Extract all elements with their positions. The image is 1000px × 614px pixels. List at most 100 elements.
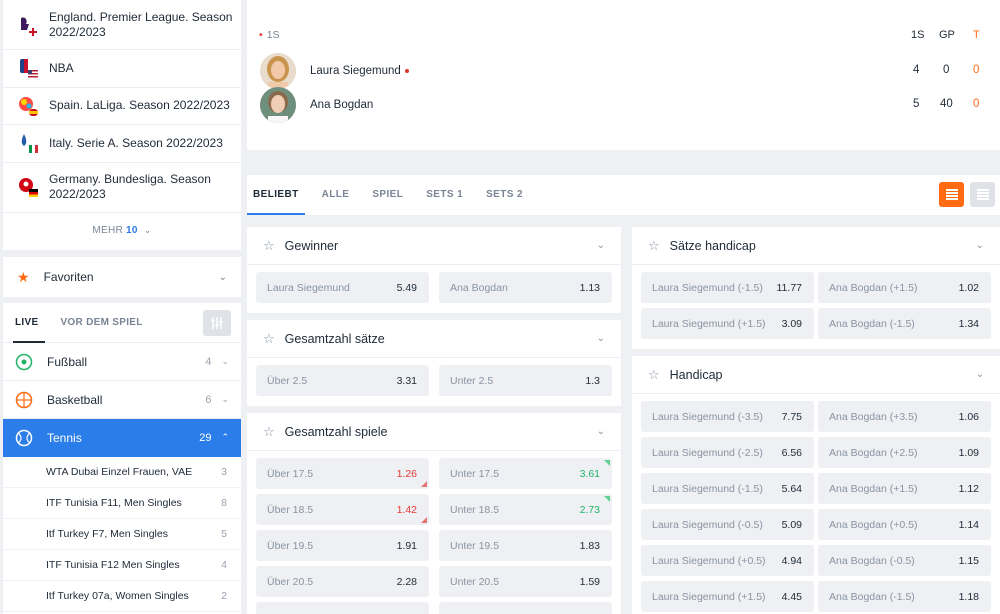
odds-button[interactable]: Ana Bogdan (+2.5) 1.09 — [818, 437, 991, 468]
league-item-bundesliga[interactable]: Germany. Bundesliga. Season 2022/2023 — [3, 163, 241, 213]
odds-button[interactable]: Laura Siegemund (-1.5) 5.64 — [641, 473, 814, 504]
odds-button[interactable]: Unter 19.5 1.83 — [439, 530, 612, 561]
market-header[interactable]: ☆ Gewinner ⌄ — [247, 227, 621, 265]
sport-item-tennis[interactable]: Tennis 29 ⌃ — [3, 419, 241, 457]
market-header[interactable]: ☆ Gesamtzahl spiele ⌄ — [247, 413, 621, 451]
odds-label: Ana Bogdan (-1.5) — [829, 590, 915, 603]
odds-button[interactable]: Über 17.5 1.26 — [256, 458, 429, 489]
odds-row: Laura Siegemund (-0.5) 5.09 Ana Bogdan (+… — [641, 509, 991, 540]
player-row: Ana Bogdan 5 40 0 — [260, 87, 1000, 123]
nba-logo-icon — [17, 57, 39, 79]
odds-button[interactable]: Laura Siegemund 5.49 — [256, 272, 429, 303]
odds-row-partial — [256, 602, 612, 614]
tab-sets-2[interactable]: SETS 2 — [486, 175, 523, 215]
odds-button[interactable]: Ana Bogdan 1.13 — [439, 272, 612, 303]
odds-button[interactable]: Laura Siegemund (-3.5) 7.75 — [641, 401, 814, 432]
market-gewinner: ☆ Gewinner ⌄ Laura Siegemund 5.49 Ana Bog… — [247, 227, 621, 313]
player-game-score: 40 — [940, 98, 953, 110]
star-outline-icon[interactable]: ☆ — [648, 238, 660, 254]
odds-label: Ana Bogdan (-1.5) — [829, 317, 915, 330]
chevron-down-icon[interactable]: ⌄ — [976, 369, 984, 380]
odds-button[interactable]: Ana Bogdan (-1.5) 1.18 — [818, 581, 991, 612]
odds-button[interactable]: Ana Bogdan (+3.5) 1.06 — [818, 401, 991, 432]
odds-button[interactable]: Laura Siegemund (-1.5) 11.77 — [641, 272, 814, 303]
current-set-label: • 1S — [259, 29, 280, 41]
tab-spiel[interactable]: SPIEL — [372, 175, 403, 215]
league-name: Italy. Serie A. Season 2022/2023 — [49, 135, 223, 150]
odds-button[interactable]: Unter 2.5 1.3 — [439, 365, 612, 396]
tournament-item[interactable]: WTA Dubai Einzel Frauen, VAE 3 — [3, 457, 241, 488]
odds-button[interactable]: Ana Bogdan (-0.5) 1.15 — [818, 545, 991, 576]
tournament-count: 2 — [221, 590, 227, 602]
odds-button[interactable]: Ana Bogdan (+1.5) 1.02 — [818, 272, 991, 303]
player-tiebreak-score: 0 — [973, 64, 980, 76]
player-avatar — [260, 53, 296, 89]
league-item-premier-league[interactable]: England. Premier League. Season 2022/202… — [3, 0, 241, 50]
odds-button[interactable]: Laura Siegemund (-0.5) 5.09 — [641, 509, 814, 540]
player-name: Ana Bogdan — [310, 99, 374, 111]
odds-value: 1.06 — [958, 410, 979, 423]
sport-count: 6 — [205, 393, 212, 406]
odds-value: 6.56 — [781, 446, 802, 459]
tournament-item[interactable]: ITF Tunisia F12 Men Singles 4 — [3, 550, 241, 581]
odds-value: 1.15 — [958, 554, 979, 567]
tournament-label: Itf Turkey F7, Men Singles — [46, 528, 168, 540]
odds-button[interactable]: Unter 20.5 1.59 — [439, 566, 612, 597]
odds-button[interactable]: Ana Bogdan (-1.5) 1.34 — [818, 308, 991, 339]
odds-button[interactable]: Über 18.5 1.42 — [256, 494, 429, 525]
odds-button[interactable]: Ana Bogdan (+0.5) 1.14 — [818, 509, 991, 540]
tab-alle[interactable]: ALLE — [322, 175, 350, 215]
star-filled-icon: ★ — [17, 268, 30, 285]
compact-view-icon[interactable] — [970, 182, 995, 207]
odds-button[interactable]: Unter 18.5 2.73 — [439, 494, 612, 525]
odds-label: Über 17.5 — [267, 467, 314, 480]
chevron-up-icon: ⌃ — [221, 432, 229, 442]
odds-button[interactable] — [256, 602, 429, 614]
odds-button[interactable]: Ana Bogdan (+1.5) 1.12 — [818, 473, 991, 504]
league-item-nba[interactable]: NBA — [3, 50, 241, 88]
tab-prematch[interactable]: VOR DEM SPIEL — [60, 317, 142, 328]
odds-row: Über 17.5 1.26 Unter 17.5 3.61 — [256, 458, 612, 489]
odds-button[interactable]: Laura Siegemund (+1.5) 3.09 — [641, 308, 814, 339]
odds-label: Unter 2.5 — [450, 374, 494, 387]
sport-item-basketball[interactable]: Basketball 6 ⌄ — [3, 381, 241, 419]
market-header[interactable]: ☆ Gesamtzahl sätze ⌄ — [247, 320, 621, 358]
tournament-item[interactable]: ITF Tunisia F11, Men Singles 8 — [3, 488, 241, 519]
tournament-item[interactable]: Itf Turkey F7, Men Singles 5 — [3, 519, 241, 550]
filter-settings-icon[interactable] — [203, 310, 231, 336]
odds-button[interactable]: Laura Siegemund (+1.5) 4.45 — [641, 581, 814, 612]
chevron-down-icon[interactable]: ⌄ — [597, 426, 605, 437]
odds-button[interactable]: Über 20.5 2.28 — [256, 566, 429, 597]
sport-item-football[interactable]: Fußball 4 ⌄ — [3, 343, 241, 381]
league-item-serie-a[interactable]: Italy. Serie A. Season 2022/2023 — [3, 125, 241, 163]
market-header[interactable]: ☆ Handicap ⌄ — [632, 356, 1000, 394]
odds-button[interactable]: Laura Siegemund (+0.5) 4.94 — [641, 545, 814, 576]
chevron-down-icon[interactable]: ⌄ — [976, 240, 984, 251]
odds-value: 1.59 — [579, 575, 600, 588]
odds-value: 1.13 — [579, 281, 600, 294]
league-item-laliga[interactable]: Spain. LaLiga. Season 2022/2023 — [3, 88, 241, 126]
list-view-icon[interactable] — [939, 182, 964, 207]
odds-button[interactable]: Über 19.5 1.91 — [256, 530, 429, 561]
more-leagues-button[interactable]: MEHR 10 ⌄ — [3, 213, 241, 249]
odds-row: Laura Siegemund (-1.5) 11.77 Ana Bogdan (… — [641, 272, 991, 303]
odds-button[interactable]: Unter 17.5 3.61 — [439, 458, 612, 489]
star-outline-icon[interactable]: ☆ — [263, 424, 275, 440]
star-outline-icon[interactable]: ☆ — [648, 367, 660, 383]
tab-live[interactable]: LIVE — [15, 317, 38, 328]
market-handicap: ☆ Handicap ⌄ Laura Siegemund (-3.5) 7.75 … — [632, 356, 1000, 614]
market-header[interactable]: ☆ Sätze handicap ⌄ — [632, 227, 1000, 265]
star-outline-icon[interactable]: ☆ — [263, 331, 275, 347]
tab-beliebt[interactable]: BELIEBT — [247, 175, 305, 215]
tournament-item[interactable]: Itf Turkey 07a, Women Singles 2 — [3, 581, 241, 612]
odds-button[interactable]: Laura Siegemund (-2.5) 6.56 — [641, 437, 814, 468]
star-outline-icon[interactable]: ☆ — [263, 238, 275, 254]
odds-label: Laura Siegemund — [267, 281, 350, 294]
odds-button[interactable] — [439, 602, 612, 614]
tab-sets-1[interactable]: SETS 1 — [426, 175, 463, 215]
chevron-down-icon[interactable]: ⌄ — [597, 333, 605, 344]
chevron-down-icon[interactable]: ⌄ — [597, 240, 605, 251]
odds-value: 2.28 — [396, 575, 417, 588]
favorites-toggle[interactable]: ★ Favoriten ⌄ — [3, 257, 241, 297]
odds-button[interactable]: Über 2.5 3.31 — [256, 365, 429, 396]
